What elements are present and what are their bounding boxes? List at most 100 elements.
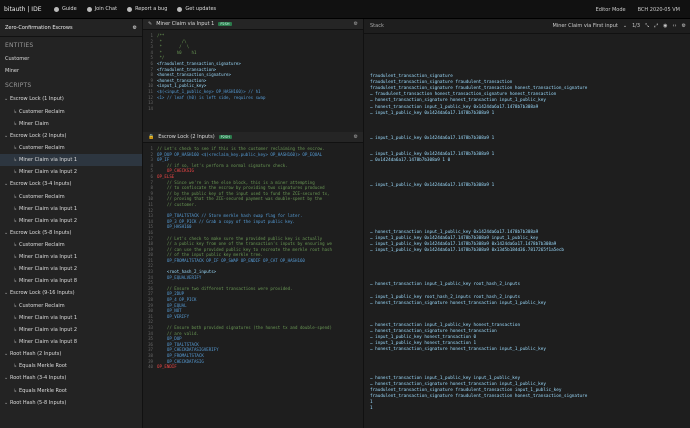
code-text: <1> // leaf (h0) is left side, requires …: [157, 94, 266, 100]
script-item[interactable]: ↳ Miner Claim via Input 1: [0, 154, 142, 166]
nav-icon: [86, 6, 92, 12]
stack-row: … honest_transaction_signature honest_tr…: [370, 347, 546, 352]
editor-mode-label[interactable]: Editor Mode: [596, 7, 626, 13]
code-text: OP_VERIFY: [157, 313, 190, 319]
script-group[interactable]: ⌄ Root Hash (2 Inputs): [0, 348, 142, 361]
nav-item[interactable]: Get updates: [177, 6, 216, 12]
stack-row: … honest_transaction input_1_public_key …: [370, 282, 521, 287]
stack-row: … input_1_public_key 0x1424da6a17.1478b7…: [370, 111, 495, 116]
script-item-label: Miner Claim: [19, 120, 49, 127]
script-item-label: Customer Reclaim: [19, 302, 65, 309]
script-item-label: Miner Claim via Input 8: [19, 278, 78, 284]
sidebar: Zero-Confirmation Escrows ⚙ ENTITIES Cus…: [0, 19, 143, 428]
script-item[interactable]: ↳ Miner Claim via Input 2: [0, 166, 142, 178]
script-group-label: Root Hash (3-4 Inputs): [10, 375, 67, 382]
script-item[interactable]: ↳ Miner Claim via Input 2: [0, 324, 142, 336]
code-text: // customer.: [157, 201, 197, 207]
script-item-label: Miner Claim via Input 1: [19, 254, 78, 260]
code-text: OP_FROMALTSTACK OP_IF OP_SWAP OP_ENDIF O…: [157, 257, 305, 263]
script-item[interactable]: ↳ Customer Reclaim: [0, 142, 142, 154]
nav-icon: [177, 6, 183, 12]
nav-label: Report a bug: [135, 6, 168, 12]
nav-icon: [127, 6, 133, 12]
script-item[interactable]: ↳ Miner Claim via Input 1: [0, 251, 142, 263]
settings-icon[interactable]: ⚙: [682, 23, 686, 29]
script-item-label: Miner Claim via Input 2: [19, 217, 78, 224]
script-group[interactable]: ⌄ Escrow Lock (2 Inputs): [0, 130, 142, 143]
script-group-label: Escrow Lock (3-4 Inputs): [10, 181, 72, 188]
vm-selector[interactable]: BCH 2020-05 VM: [638, 7, 680, 13]
script-item-label: Miner Claim via Input 2: [19, 169, 78, 175]
script-type-badge: P2SH: [218, 135, 232, 139]
script-item[interactable]: ↳ Customer Reclaim: [0, 239, 142, 251]
script-group[interactable]: ⌄ Escrow Lock (3-4 Inputs): [0, 178, 142, 191]
script-item[interactable]: ↳ Miner Claim via Input 1: [0, 312, 142, 324]
gear-icon[interactable]: ⚙: [354, 134, 358, 140]
stack-row: … input_1_public_key 0x1424da6a17.1478b7…: [370, 136, 495, 141]
gear-icon[interactable]: ⚙: [354, 21, 358, 27]
chevron-down-icon[interactable]: ⌄: [623, 23, 627, 29]
script-group[interactable]: ⌄ Escrow Lock (5-8 Inputs): [0, 227, 142, 240]
template-title: Zero-Confirmation Escrows: [5, 24, 73, 31]
script-group[interactable]: ⌄ Escrow Lock (1 Input): [0, 93, 142, 106]
app-brand[interactable]: bitauth | IDE: [0, 6, 54, 13]
script-item-label: Equals Merkle Root: [19, 387, 67, 394]
script-group[interactable]: ⌄ Escrow Lock (9-16 Inputs): [0, 287, 142, 300]
stack-row: … honest_transaction_signature honest_tr…: [370, 301, 546, 306]
script-item-label: Miner Claim via Input 2: [19, 266, 78, 272]
eye-icon[interactable]: ◉: [663, 23, 667, 29]
code-editor[interactable]: 1// Let's check to see if this is the cu…: [143, 143, 363, 370]
script-item[interactable]: ↳ Equals Merkle Root: [0, 385, 142, 397]
nav-item[interactable]: Join Chat: [86, 6, 117, 12]
settings-icon[interactable]: ⚙: [133, 25, 137, 31]
script-item[interactable]: ↳ Miner Claim via Input 1: [0, 203, 142, 215]
script-item[interactable]: ↳ Miner Claim via Input 2: [0, 215, 142, 227]
script-item[interactable]: ↳ Equals Merkle Root: [0, 360, 142, 372]
nav-item[interactable]: Report a bug: [127, 6, 167, 12]
stack-row: … 0x1424da6a17.1478b7b308a9 1 0: [370, 158, 451, 163]
script-item-label: Customer Reclaim: [19, 145, 65, 151]
bottom-editor-panel: 🔒 Escrow Lock (2 Inputs) P2SH ⚙ 1// Let'…: [143, 132, 364, 428]
stack-row: 1: [370, 406, 373, 411]
stack-row: fraudulent_transaction_signature fraudul…: [370, 394, 588, 399]
line-number: 14: [148, 105, 153, 111]
stack-row: … input_1_public_key 0x1424da6a17.1478b7…: [370, 183, 495, 188]
script-group-label: Root Hash (2 Inputs): [10, 350, 62, 357]
nav-label: Guide: [62, 6, 77, 12]
stack-panel: Stack Miner Claim via First input ⌄ 1/3 …: [364, 19, 690, 428]
script-group[interactable]: ⌄ Root Hash (5-8 Inputs): [0, 397, 142, 410]
code-text: OP_ENDIF: [157, 364, 177, 370]
script-item[interactable]: ↳ Customer Reclaim: [0, 106, 142, 118]
code-line: 40 OP_ENDIF: [143, 364, 363, 370]
script-item[interactable]: ↳ Miner Claim via Input 2: [0, 263, 142, 275]
script-item-label: Miner Claim via Input 8: [19, 338, 78, 345]
script-group-label: Escrow Lock (2 Inputs): [10, 132, 67, 139]
nav-icon: [54, 6, 59, 12]
line-number: 40: [148, 364, 153, 370]
entity-item[interactable]: Miner: [0, 65, 142, 77]
script-item-label: Customer Reclaim: [19, 193, 65, 200]
script-type-badge: P2SH: [218, 22, 232, 26]
code-icon[interactable]: ‹›: [673, 23, 677, 29]
compress-icon[interactable]: ⤡: [645, 23, 649, 29]
lock-icon: 🔒: [148, 134, 155, 140]
script-item[interactable]: ↳ Customer Reclaim: [0, 300, 142, 312]
expand-icon[interactable]: ⤢: [654, 23, 658, 29]
entity-item[interactable]: Customer: [0, 53, 142, 65]
script-group[interactable]: ⌄ Root Hash (3-4 Inputs): [0, 372, 142, 385]
script-item-label: Miner Claim via Input 1: [19, 157, 78, 163]
script-item[interactable]: ↳ Miner Claim via Input 8: [0, 275, 142, 287]
nav-item[interactable]: Guide: [54, 6, 77, 12]
page-indicator: 1/3: [632, 23, 641, 29]
top-bar: bitauth | IDE Guide Join Chat Report a bug…: [0, 0, 690, 19]
script-item[interactable]: ↳ Miner Claim via Input 8: [0, 336, 142, 348]
scripts-heading: SCRIPTS: [5, 81, 32, 89]
script-select[interactable]: Miner Claim via First input: [552, 23, 617, 29]
script-item[interactable]: ↳ Miner Claim: [0, 118, 142, 130]
script-item[interactable]: ↳ Customer Reclaim: [0, 191, 142, 203]
code-line: 14: [143, 106, 363, 112]
code-editor[interactable]: 1/** 2 * /\ 3 * / \ 4 * h0 h1 5 */6 <fraudule…: [143, 30, 363, 111]
script-item-label: Customer Reclaim: [19, 108, 65, 115]
stack-row: … honest_transaction_signature honest_tr…: [370, 98, 546, 103]
script-group-label: Escrow Lock (5-8 Inputs): [10, 229, 72, 236]
